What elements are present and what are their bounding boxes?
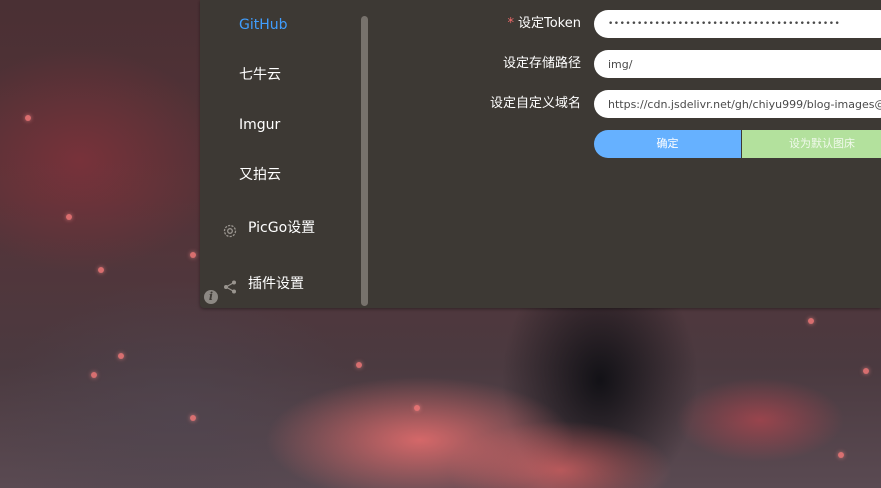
required-mark: *	[507, 16, 515, 31]
sidebar-item-qiniu[interactable]: 七牛云	[200, 60, 360, 90]
token-label: * 设定Token	[508, 12, 582, 31]
wallpaper-speck	[190, 252, 196, 258]
wallpaper-speck	[356, 362, 362, 368]
sidebar-scrollbar[interactable]	[361, 16, 368, 306]
wallpaper-speck	[98, 267, 104, 273]
sidebar-item-imgur[interactable]: Imgur	[200, 110, 360, 140]
wallpaper-speck	[838, 452, 844, 458]
sidebar-item-plugin-settings[interactable]: 插件设置	[200, 269, 360, 299]
sidebar: GitHub 七牛云 Imgur 又拍云 PicGo设置 插件设置 i	[200, 0, 372, 308]
wallpaper-speck	[91, 372, 97, 378]
share-icon	[222, 276, 238, 294]
sidebar-item-picgo-settings[interactable]: PicGo设置	[200, 213, 360, 243]
token-label-text: 设定Token	[518, 16, 581, 31]
wallpaper-speck	[808, 318, 814, 324]
set-default-button[interactable]: 设为默认图床	[742, 130, 881, 158]
sidebar-item-label: PicGo设置	[248, 220, 316, 236]
wallpaper-speck	[190, 415, 196, 421]
storage-path-input[interactable]	[594, 50, 881, 78]
wallpaper-speck	[118, 353, 124, 359]
custom-domain-input[interactable]	[594, 90, 881, 118]
sidebar-item-label: 插件设置	[248, 276, 304, 292]
sidebar-item-github[interactable]: GitHub	[200, 10, 360, 40]
gear-icon	[222, 220, 238, 238]
wallpaper-speck	[25, 115, 31, 121]
path-label: 设定存储路径	[502, 56, 581, 71]
wallpaper-speck	[863, 368, 869, 374]
wallpaper-speck	[66, 214, 72, 220]
sidebar-item-upyun[interactable]: 又拍云	[200, 160, 360, 190]
confirm-button[interactable]: 确定	[594, 130, 741, 158]
domain-label: 设定自定义域名	[489, 96, 581, 111]
picgo-window: GitHub 七牛云 Imgur 又拍云 PicGo设置 插件设置 i * 设定…	[200, 0, 881, 308]
wallpaper-speck	[414, 405, 420, 411]
token-input[interactable]	[594, 10, 881, 38]
info-icon[interactable]: i	[204, 290, 218, 304]
